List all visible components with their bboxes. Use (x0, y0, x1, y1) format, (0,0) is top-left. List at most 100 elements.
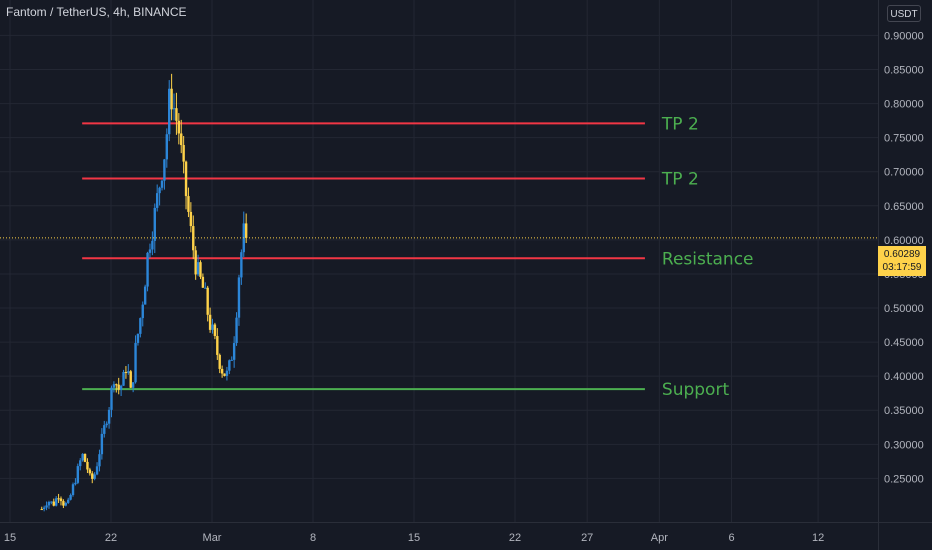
candle-body (225, 370, 229, 376)
time-tick-label: 22 (509, 532, 521, 544)
candle-body (165, 134, 169, 160)
price-tick-label: 0.70000 (884, 167, 924, 179)
candle-body (71, 484, 75, 495)
candle-body (168, 88, 171, 135)
candle-body (184, 161, 188, 197)
candle-body (155, 193, 159, 208)
candle-body (127, 371, 130, 373)
price-tick-label: 0.50000 (884, 303, 924, 315)
candle-body (196, 262, 200, 275)
price-tick-label: 0.65000 (884, 201, 924, 213)
price-chart[interactable]: TP 2 TP 2 Resistance Support 0.90000 0.85000… (0, 0, 932, 550)
candle-body (86, 461, 89, 470)
candle-body (230, 359, 233, 361)
candles (40, 73, 248, 512)
candle-body (95, 466, 99, 475)
candle-body (47, 502, 51, 506)
currency-badge[interactable]: USDT (887, 5, 921, 22)
candle-body (177, 120, 181, 134)
candle-body (83, 453, 87, 462)
price-tick-label: 0.80000 (884, 99, 924, 111)
candle-body (124, 372, 128, 374)
price-tick-label: 0.85000 (884, 65, 924, 77)
time-tick-label: 12 (812, 532, 824, 544)
candle-body (175, 108, 178, 121)
candle-body (211, 324, 214, 330)
candle-body (204, 287, 207, 289)
candle-body (182, 145, 185, 162)
candle-body (88, 469, 92, 474)
candle-body (187, 196, 190, 212)
candle-body (64, 502, 67, 506)
candle-body (69, 494, 72, 500)
price-tick-label: 0.30000 (884, 439, 924, 451)
candle-body (153, 207, 156, 241)
candle-body (93, 474, 96, 479)
candle-body (54, 498, 58, 506)
time-tick-label: 15 (408, 532, 420, 544)
time-axis[interactable]: 15 22 Mar 8 15 22 27 Apr 6 12 (0, 522, 932, 545)
time-tick-label: Mar (203, 532, 222, 544)
price-tick-label: 0.25000 (884, 473, 924, 485)
candle-body (216, 336, 219, 355)
candle-body (129, 371, 132, 388)
candle-body (228, 360, 231, 371)
candle-body (235, 317, 238, 344)
candle-body (201, 276, 205, 288)
candle-body (100, 433, 104, 455)
time-tick-label: 8 (310, 532, 316, 544)
last-price-tag: 0.60289 03:17:59 (878, 246, 926, 276)
level-label: TP 2 (661, 170, 699, 190)
time-tick-label: Apr (651, 532, 668, 544)
candle-body (206, 287, 209, 315)
symbol-title[interactable]: Fantom / TetherUS, 4h, BINANCE (6, 5, 187, 19)
candle-body (237, 277, 241, 318)
time-tick-label: 6 (728, 532, 734, 544)
candle-body (180, 133, 183, 146)
candle-body (122, 372, 125, 386)
price-tick-label: 0.75000 (884, 133, 924, 145)
candle-body (146, 252, 149, 287)
candle-body (67, 499, 70, 503)
candle-body (81, 453, 84, 461)
candle-body (115, 384, 118, 386)
candle-body (107, 409, 111, 424)
last-price-value: 0.60289 (883, 249, 921, 260)
candle-body (218, 354, 221, 369)
level-label: Resistance (662, 249, 754, 269)
candle-body (199, 262, 202, 277)
candle-body (76, 466, 80, 483)
candle-body (134, 342, 137, 383)
candle-body (52, 501, 55, 506)
candle-body (170, 88, 173, 110)
candle-body (50, 501, 53, 503)
price-tick-label: 0.35000 (884, 405, 924, 417)
candle-body (163, 159, 166, 181)
candle-body (139, 318, 142, 334)
price-tick-label: 0.45000 (884, 337, 924, 349)
candle-body (240, 252, 243, 278)
candle-body (79, 460, 82, 467)
candle-body (213, 324, 217, 337)
candle-body (220, 368, 224, 374)
bar-countdown: 03:17:59 (882, 262, 922, 273)
candle-body (105, 423, 108, 426)
candle-body (62, 501, 65, 506)
candle-body (40, 509, 43, 511)
candle-body (42, 507, 46, 510)
level-labels: TP 2 TP 2 Resistance Support (661, 114, 754, 400)
candle-body (143, 286, 147, 305)
candle-body (45, 505, 48, 508)
candle-body (151, 240, 154, 250)
candle-body (136, 333, 140, 343)
candle-body (160, 180, 164, 188)
candle-body (91, 473, 94, 479)
candle-body (119, 385, 123, 390)
candle-body (131, 382, 135, 388)
candle-body (148, 249, 152, 253)
candle-body (232, 343, 236, 360)
time-tick-label: 15 (4, 532, 16, 544)
level-label: Support (662, 380, 730, 400)
time-tick-label: 22 (105, 532, 117, 544)
candle-body (208, 314, 212, 330)
